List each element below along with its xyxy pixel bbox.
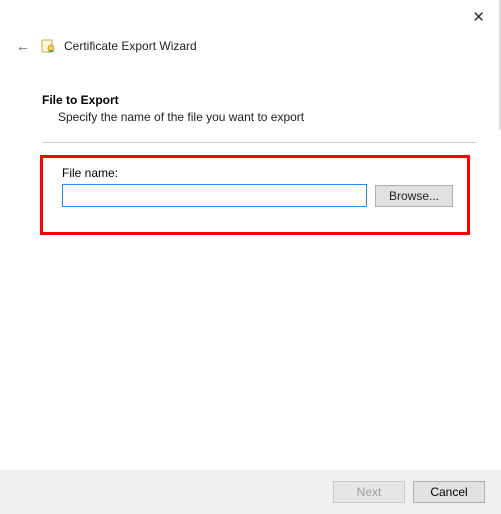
file-name-label: File name: (62, 166, 466, 180)
next-button[interactable]: Next (333, 481, 405, 503)
section-heading: File to Export (42, 93, 476, 107)
file-row: Browse... (62, 184, 466, 207)
wizard-header: ← Certificate Export Wizard (14, 38, 197, 54)
close-button[interactable]: ✕ (466, 6, 491, 28)
certificate-icon (40, 38, 56, 54)
divider (42, 142, 476, 143)
close-icon: ✕ (472, 9, 485, 26)
cancel-button[interactable]: Cancel (413, 481, 485, 503)
content-area: File to Export Specify the name of the f… (42, 93, 476, 143)
section-description: Specify the name of the file you want to… (58, 110, 476, 124)
footer-bar: Next Cancel (0, 470, 501, 514)
wizard-title: Certificate Export Wizard (64, 39, 197, 53)
file-section: File name: Browse... (62, 166, 466, 207)
file-name-input[interactable] (62, 184, 367, 207)
back-arrow-icon[interactable]: ← (14, 38, 32, 54)
browse-button[interactable]: Browse... (375, 185, 453, 207)
